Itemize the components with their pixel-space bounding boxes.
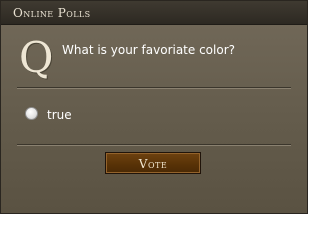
option-radio[interactable] (25, 107, 38, 120)
poll-question: What is your favoriate color? (62, 43, 236, 57)
option-label: true (47, 108, 72, 122)
question-glyph: Q (19, 33, 54, 82)
divider-top (17, 87, 291, 89)
vote-button[interactable]: Vote (105, 152, 201, 174)
widget-title: Online Polls (13, 6, 91, 20)
widget-header: Online Polls (1, 1, 307, 25)
divider-bottom (17, 144, 291, 146)
vote-button-label: Vote (138, 157, 168, 171)
online-polls-widget: Online Polls Q What is your favoriate co… (0, 0, 308, 214)
